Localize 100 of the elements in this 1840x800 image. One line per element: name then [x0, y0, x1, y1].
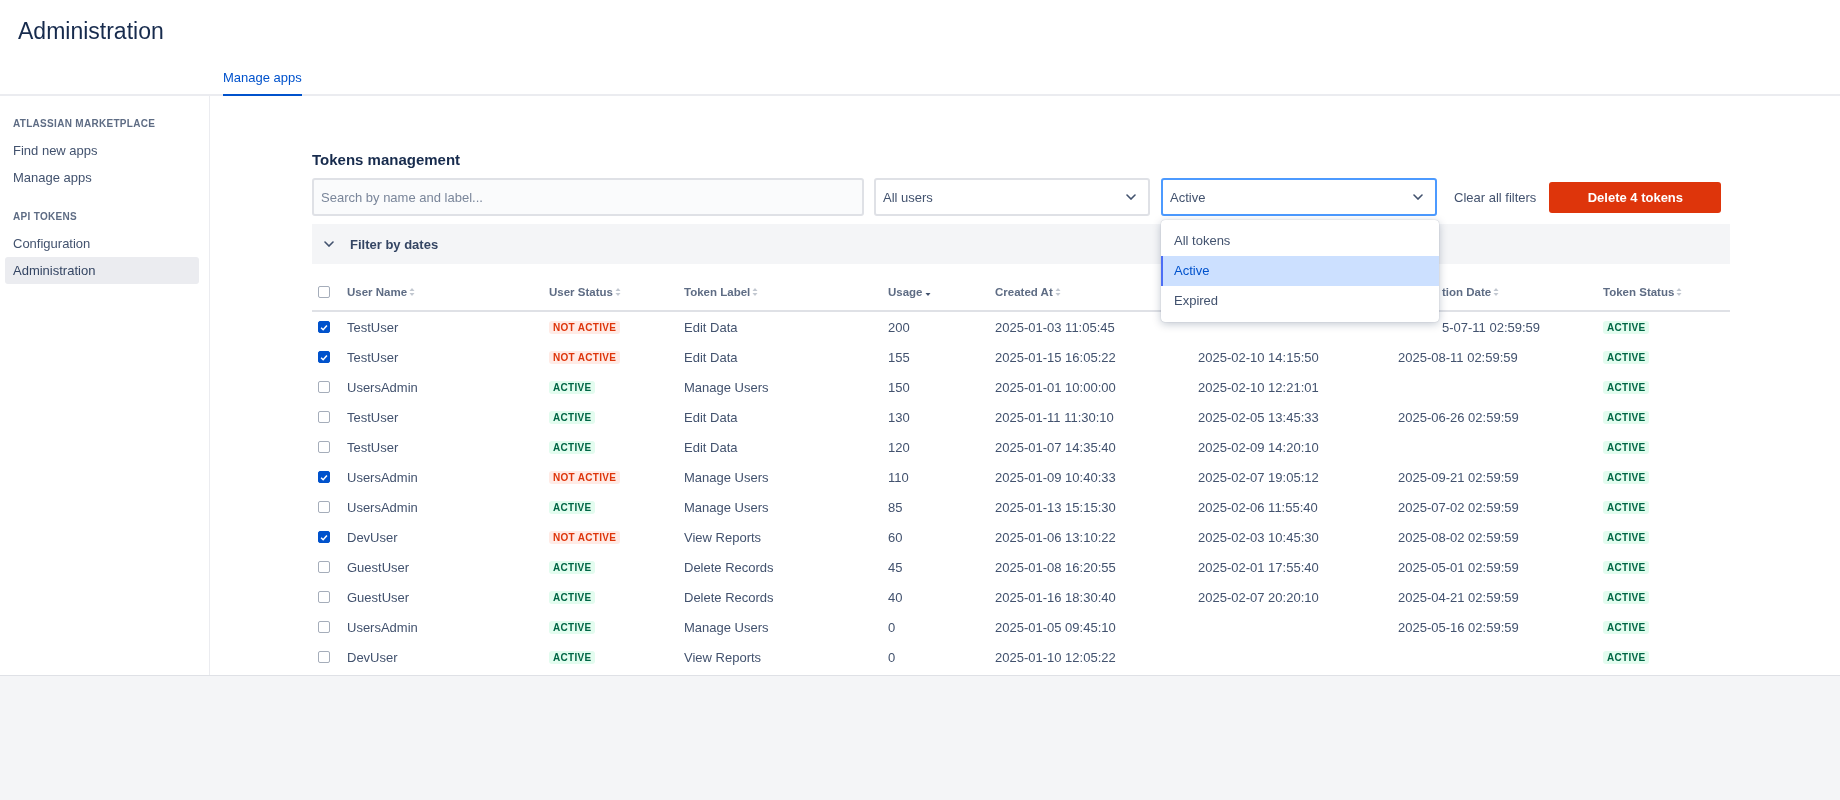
table-cell: 2025-06-26 02:59:59: [1398, 409, 1519, 425]
table-cell: 2025-07-02 02:59:59: [1398, 499, 1519, 515]
sidebar-item[interactable]: Administration: [5, 257, 199, 284]
table-cell: 2025-02-03 10:45:30: [1198, 529, 1319, 545]
checkbox[interactable]: [318, 621, 330, 633]
checkbox[interactable]: [318, 321, 330, 333]
table-cell: 2025-01-05 09:45:10: [995, 619, 1116, 635]
table-cell: TestUser: [347, 409, 399, 425]
table-cell: GuestUser: [347, 589, 410, 605]
table-cell: 2025-01-16 18:30:40: [995, 589, 1116, 605]
delete-button[interactable]: Delete 4 tokens: [1549, 181, 1722, 213]
checkbox[interactable]: [318, 471, 330, 483]
table-cell: 2025-09-21 02:59:59: [1398, 469, 1519, 485]
table-cell: TestUser: [347, 439, 399, 455]
table-cell: 0: [888, 619, 896, 635]
table-cell: 2025-02-01 17:55:40: [1198, 559, 1319, 575]
checkbox[interactable]: [318, 286, 330, 298]
table-cell: 2025-02-10 12:21:01: [1198, 379, 1319, 395]
menu-option[interactable]: All tokens: [1161, 226, 1439, 256]
chevron-icon: [1126, 194, 1136, 200]
section-heading: API TOKENS: [12, 211, 78, 222]
status-lozenge: ACTIVE: [549, 380, 596, 394]
status-lozenge: ACTIVE: [549, 620, 596, 634]
checkbox[interactable]: [318, 351, 330, 363]
table-cell: 2025-02-07 20:20:10: [1198, 589, 1319, 605]
column-header[interactable]: Created At: [995, 286, 1061, 298]
table-cell: DevUser: [347, 649, 398, 665]
table-cell: 2025-01-01 10:00:00: [995, 379, 1116, 395]
sidebar-item[interactable]: Configuration: [5, 230, 199, 257]
table-cell: DevUser: [347, 529, 398, 545]
table-cell: Delete Records: [684, 559, 774, 575]
table-cell: 2025-01-09 10:40:33: [995, 469, 1116, 485]
checkbox[interactable]: [318, 441, 330, 453]
sidebar-item[interactable]: Manage apps: [5, 164, 199, 191]
search-field[interactable]: Search by name and label...: [312, 178, 864, 216]
filter-label: Filter by dates: [350, 236, 439, 252]
checkbox[interactable]: [318, 411, 330, 423]
table-cell: 2025-02-10 14:15:50: [1198, 349, 1319, 365]
status-lozenge: ACTIVE: [1603, 320, 1650, 334]
sidebar-item[interactable]: Find new apps: [5, 137, 199, 164]
table-cell: UsersAdmin: [347, 379, 418, 395]
column-header[interactable]: Usage: [888, 286, 931, 298]
status-lozenge: NOT ACTIVE: [549, 350, 621, 364]
column-header[interactable]: User Name: [347, 286, 416, 298]
clear-filters-button[interactable]: Clear all filters: [1454, 189, 1537, 205]
table-cell: TestUser: [347, 349, 399, 365]
checkbox[interactable]: [318, 501, 330, 513]
status-lozenge: ACTIVE: [1603, 440, 1650, 454]
status-lozenge: NOT ACTIVE: [549, 470, 621, 484]
status-lozenge: ACTIVE: [549, 410, 596, 424]
table-cell: 2025-01-06 13:10:22: [995, 529, 1116, 545]
status-lozenge: NOT ACTIVE: [549, 530, 621, 544]
status-lozenge: ACTIVE: [1603, 560, 1650, 574]
status-lozenge: ACTIVE: [549, 560, 596, 574]
table-cell: Edit Data: [684, 349, 738, 365]
checkbox[interactable]: [318, 651, 330, 663]
page-title: Administration: [17, 17, 165, 46]
checkbox[interactable]: [318, 531, 330, 543]
table-cell: 2025-08-11 02:59:59: [1398, 349, 1518, 365]
table-cell: TestUser: [347, 319, 399, 335]
user-select[interactable]: All users: [874, 178, 1150, 216]
table-cell: 130: [888, 409, 910, 425]
menu-option[interactable]: Expired: [1161, 286, 1439, 316]
column-header[interactable]: Token Status: [1603, 286, 1683, 298]
table-cell: Manage Users: [684, 379, 769, 395]
table-cell: 2025-01-03 11:05:45: [995, 319, 1115, 335]
table-cell: 110: [888, 469, 909, 485]
column-header[interactable]: User Status: [549, 286, 621, 298]
section-heading: ATLASSIAN MARKETPLACE: [12, 118, 157, 129]
column-header[interactable]: Token Label: [684, 286, 759, 298]
table-cell: 5-07-11 02:59:59: [1442, 319, 1541, 335]
table-cell: 2025-02-06 11:55:40: [1198, 499, 1318, 515]
chevron-icon: [1413, 194, 1423, 200]
table-cell: 85: [888, 499, 903, 515]
table-cell: 40: [888, 589, 903, 605]
status-lozenge: ACTIVE: [1603, 470, 1650, 484]
table-cell: Edit Data: [684, 409, 738, 425]
column-header[interactable]: tion Date: [1442, 286, 1500, 298]
table-cell: 120: [888, 439, 910, 455]
menu-option[interactable]: Active: [1161, 256, 1439, 286]
checkbox[interactable]: [318, 561, 330, 573]
table-cell: 45: [888, 559, 903, 575]
status-lozenge: ACTIVE: [549, 440, 596, 454]
tab[interactable]: Manage apps: [223, 70, 302, 96]
table-cell: 60: [888, 529, 903, 545]
table-cell: 2025-02-09 14:20:10: [1198, 439, 1319, 455]
table-cell: Edit Data: [684, 439, 738, 455]
table-cell: 2025-08-02 02:59:59: [1398, 529, 1519, 545]
checkbox[interactable]: [318, 591, 330, 603]
table-cell: 2025-04-21 02:59:59: [1398, 589, 1519, 605]
table-cell: 155: [888, 349, 910, 365]
table-cell: 2025-02-07 19:05:12: [1198, 469, 1319, 485]
checkbox[interactable]: [318, 381, 330, 393]
table-cell: UsersAdmin: [347, 619, 418, 635]
table-cell: 2025-01-07 14:35:40: [995, 439, 1116, 455]
table-cell: Manage Users: [684, 619, 769, 635]
status-lozenge: ACTIVE: [1603, 530, 1650, 544]
table-cell: UsersAdmin: [347, 499, 418, 515]
section-title: Tokens management: [312, 151, 462, 168]
table-cell: Manage Users: [684, 499, 769, 515]
